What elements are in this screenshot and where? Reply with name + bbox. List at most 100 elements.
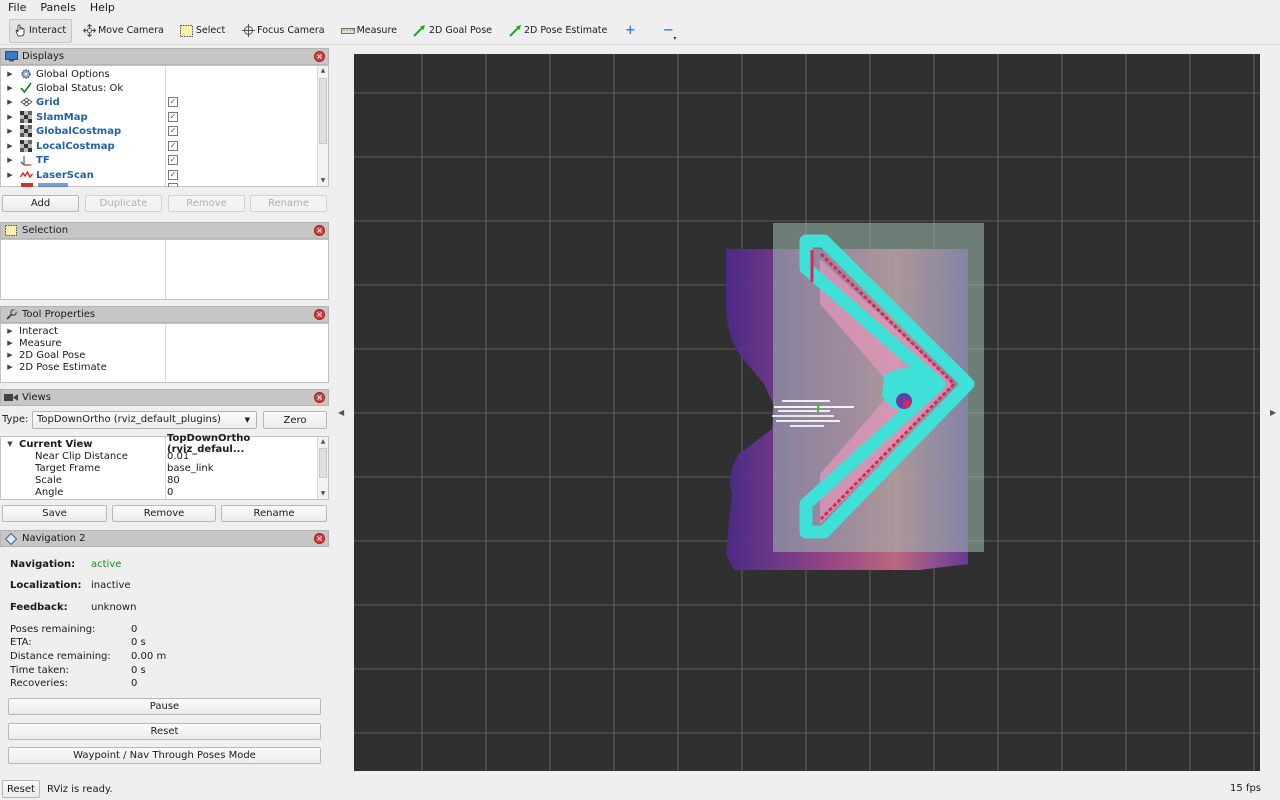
close-icon[interactable]: × [314, 533, 325, 544]
grid-checkbox[interactable]: ✓ [168, 97, 178, 107]
menu-help[interactable]: Help [82, 0, 121, 15]
tool-focus-camera[interactable]: Focus Camera [237, 19, 330, 43]
expand-arrow-icon[interactable]: ▶ [6, 70, 14, 78]
tool-property-item[interactable]: ▶ 2D Goal Pose [1, 349, 85, 361]
view-property-value[interactable]: 0 [167, 487, 173, 498]
view-property-row[interactable]: Scale 80 [1, 474, 317, 486]
menu-panels[interactable]: Panels [32, 0, 81, 15]
monitor-icon [4, 51, 18, 63]
display-label: GlobalCostmap [36, 125, 122, 137]
view-property-value[interactable]: 80 [167, 475, 180, 486]
expand-arrow-icon[interactable]: ▶ [6, 339, 14, 347]
localcostmap-checkbox[interactable]: ✓ [168, 141, 178, 151]
scroll-up-arrow-icon[interactable]: ▲ [318, 66, 328, 76]
laserscan-checkbox[interactable]: ✓ [168, 170, 178, 180]
collapse-left-arrow-icon[interactable]: ◀ [338, 408, 344, 417]
views-scrollbar[interactable]: ▲ ▼ [317, 437, 328, 499]
rename-display-button[interactable]: Rename [250, 195, 327, 212]
scroll-up-arrow-icon[interactable]: ▲ [318, 437, 328, 447]
remove-display-button[interactable]: Remove [168, 195, 245, 212]
expand-arrow-icon[interactable]: ▶ [6, 98, 14, 106]
displays-scrollbar[interactable]: ▲ ▼ [317, 66, 328, 186]
laser-scan-icon [19, 169, 33, 181]
tool-2d-pose-estimate[interactable]: 2D Pose Estimate [504, 19, 613, 43]
expand-arrow-icon[interactable]: ▶ [6, 156, 14, 164]
display-item-localcostmap[interactable]: ▶ LocalCostmap ✓ [1, 139, 317, 153]
display-item-laserscan[interactable]: ▶ LaserScan ✓ [1, 168, 317, 182]
tool-move-camera[interactable]: Move Camera [78, 19, 170, 43]
collapse-right-arrow-icon[interactable]: ▶ [1270, 408, 1276, 417]
tf-checkbox[interactable]: ✓ [168, 155, 178, 165]
tool-property-item[interactable]: ▶ Measure [1, 337, 61, 349]
rename-view-button[interactable]: Rename [221, 505, 327, 522]
render-viewport[interactable] [354, 54, 1260, 771]
tool-interact[interactable]: Interact [9, 18, 73, 43]
slammap-checkbox[interactable]: ✓ [168, 112, 178, 122]
expand-arrow-icon[interactable]: ▶ [6, 127, 14, 135]
expand-arrow-icon[interactable]: ▶ [6, 142, 14, 150]
displays-tree: ▶ Global Options ▶ Global Status: Ok ▶ G… [0, 65, 329, 187]
distance-remaining-value: 0.00 m [131, 651, 167, 662]
reset-view-button[interactable]: Reset [2, 780, 40, 798]
add-tool-button[interactable]: + [619, 19, 641, 43]
view-type-select[interactable]: TopDownOrtho (rviz_default_plugins) ▼ [32, 411, 257, 429]
expand-arrow-icon[interactable]: ▶ [6, 363, 14, 371]
tool-select[interactable]: Select [176, 19, 231, 43]
close-icon[interactable]: × [314, 51, 325, 62]
tool-2d-goal-pose[interactable]: 2D Goal Pose [409, 19, 498, 43]
expand-arrow-icon[interactable]: ▶ [6, 84, 14, 92]
chevron-down-icon: ▼ [244, 416, 250, 424]
scrollbar-thumb[interactable] [319, 448, 327, 478]
duplicate-display-button[interactable]: Duplicate [85, 195, 162, 212]
view-property-row[interactable]: Target Frame base_link [1, 462, 317, 474]
add-display-button[interactable]: Add [2, 195, 79, 212]
tool-select-label: Select [195, 25, 226, 36]
view-property-value[interactable]: base_link [167, 463, 214, 474]
tool-property-item[interactable]: ▶ Interact [1, 325, 58, 337]
column-divider [165, 324, 166, 382]
navigation-status-value: active [91, 559, 122, 570]
save-view-button[interactable]: Save [2, 505, 107, 522]
tool-properties-title: Tool Properties [22, 309, 96, 320]
view-property-row[interactable]: Near Clip Distance 0.01 [1, 450, 317, 462]
expand-arrow-icon[interactable]: ▶ [6, 113, 14, 121]
map-render [354, 54, 1260, 771]
display-item-global-status[interactable]: ▶ Global Status: Ok [1, 81, 317, 95]
select-box-icon [180, 24, 194, 38]
expand-arrow-icon[interactable]: ▶ [6, 171, 14, 179]
reset-navigation-button[interactable]: Reset [8, 723, 321, 740]
display-item-global-options[interactable]: ▶ Global Options [1, 67, 317, 81]
collapse-arrow-icon[interactable]: ▼ [6, 440, 14, 448]
view-property-value[interactable]: 0.01 [167, 451, 189, 462]
selection-tree [0, 239, 329, 300]
display-item-tf[interactable]: ▶ TF ✓ [1, 153, 317, 167]
display-label: TF [36, 154, 50, 166]
globalcostmap-checkbox[interactable]: ✓ [168, 126, 178, 136]
current-view-row[interactable]: ▼ Current View TopDownOrtho (rviz_defaul… [1, 433, 317, 455]
wrench-icon [4, 308, 18, 321]
display-label: Global Options [36, 68, 110, 80]
menu-file[interactable]: File [0, 0, 32, 15]
display-item-globalcostmap[interactable]: ▶ GlobalCostmap ✓ [1, 124, 317, 138]
pause-button[interactable]: Pause [8, 698, 321, 715]
close-icon[interactable]: × [314, 225, 325, 236]
close-icon[interactable]: × [314, 392, 325, 403]
remove-tool-button[interactable]: − ▾ [657, 19, 679, 43]
scroll-down-arrow-icon[interactable]: ▼ [318, 489, 328, 499]
display-item-slammap[interactable]: ▶ SlamMap ✓ [1, 110, 317, 124]
eta-label: ETA: [10, 637, 32, 648]
remove-view-button[interactable]: Remove [112, 505, 216, 522]
view-property-row[interactable]: Angle 0 [1, 486, 317, 498]
expand-arrow-icon[interactable]: ▶ [6, 351, 14, 359]
zero-button[interactable]: Zero [263, 411, 327, 429]
waypoint-mode-button[interactable]: Waypoint / Nav Through Poses Mode [8, 747, 321, 764]
tool-measure[interactable]: Measure [337, 19, 403, 43]
scrollbar-thumb[interactable] [319, 78, 327, 144]
close-icon[interactable]: × [314, 309, 325, 320]
display-item-grid[interactable]: ▶ Grid ✓ [1, 95, 317, 109]
tool-property-item[interactable]: ▶ 2D Pose Estimate [1, 361, 106, 373]
map-icon [19, 125, 33, 137]
expand-arrow-icon[interactable]: ▶ [6, 327, 14, 335]
scroll-down-arrow-icon[interactable]: ▼ [318, 176, 328, 186]
camera-icon [4, 392, 18, 404]
